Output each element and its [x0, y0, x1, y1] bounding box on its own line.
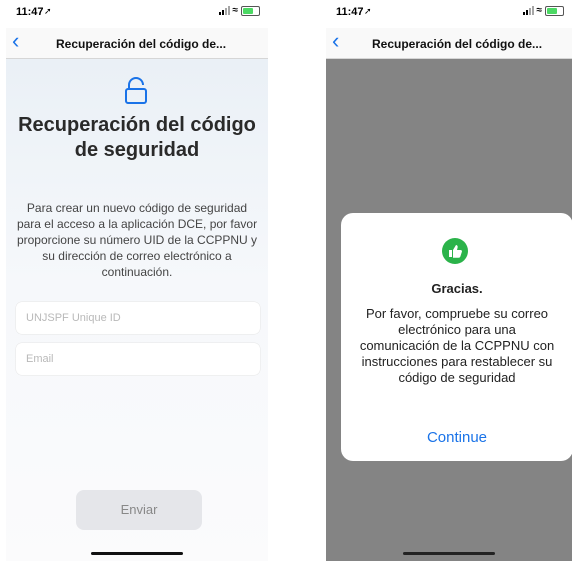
recovery-form: Recuperación del código de seguridad Par…	[6, 59, 268, 561]
page-title: Recuperación del código de seguridad	[18, 114, 256, 161]
nav-bar: ‹ Recuperación del código de...	[326, 28, 572, 59]
left-screen: 11:47 ➚ ≈ ‹ Recuperación del código de..…	[6, 0, 268, 561]
back-chevron-icon[interactable]: ‹	[12, 30, 19, 52]
status-time: 11:47	[16, 6, 44, 18]
uid-input[interactable]: UNJSPF Unique ID	[16, 302, 260, 334]
battery-icon	[241, 5, 260, 16]
status-bar: 11:47 ➚ ≈	[6, 0, 268, 26]
location-arrow-icon: ➚	[364, 6, 372, 16]
dialog-message: Por favor, compruebe su correo electróni…	[359, 306, 555, 385]
thumbs-up-icon	[442, 238, 468, 264]
wifi-icon: ≈	[232, 5, 239, 16]
home-indicator[interactable]	[403, 552, 495, 555]
submit-button[interactable]: Enviar	[76, 490, 202, 530]
email-input[interactable]: Email	[16, 343, 260, 375]
status-time: 11:47	[336, 6, 364, 18]
signal-icon	[522, 6, 534, 15]
confirmation-dialog: Gracias. Por favor, compruebe su correo …	[341, 213, 572, 461]
wifi-icon: ≈	[536, 5, 543, 16]
nav-title: Recuperación del código de...	[372, 37, 543, 51]
dialog-title: Gracias.	[431, 281, 483, 296]
nav-bar: ‹ Recuperación del código de...	[6, 28, 268, 59]
battery-icon	[545, 5, 564, 16]
unlock-icon	[125, 77, 147, 104]
signal-icon	[218, 6, 230, 15]
status-bar: 11:47 ➚ ≈	[326, 0, 572, 26]
nav-title: Recuperación del código de...	[56, 37, 227, 51]
instructions-text: Para crear un nuevo código de seguridad …	[16, 201, 258, 279]
location-arrow-icon: ➚	[44, 6, 52, 16]
back-chevron-icon[interactable]: ‹	[332, 30, 339, 52]
continue-button[interactable]: Continue	[341, 429, 572, 446]
home-indicator[interactable]	[91, 552, 183, 555]
right-screen: 11:47 ➚ ≈ ‹ Recuperación del código de..…	[326, 0, 572, 561]
